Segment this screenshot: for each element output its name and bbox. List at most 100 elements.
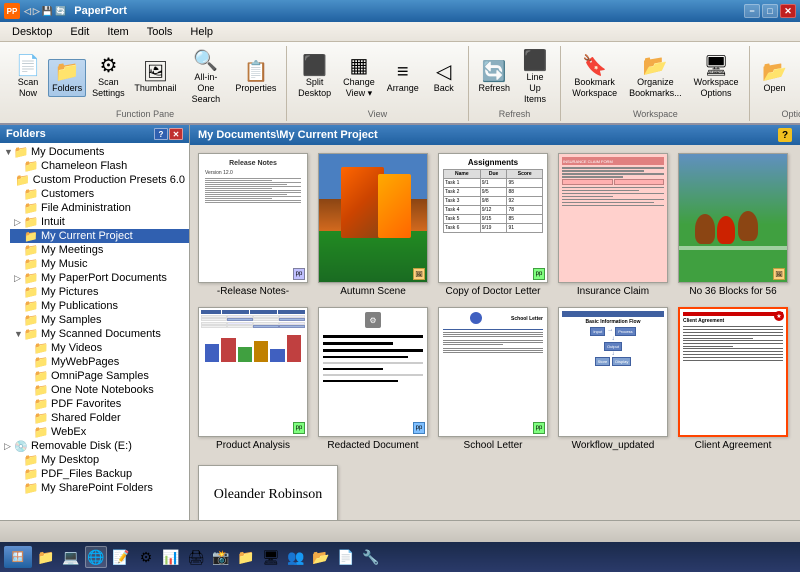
taskbar-ftp-icon[interactable]: 📁: [235, 546, 257, 568]
maximize-button[interactable]: □: [762, 4, 778, 18]
thumbnail-product-analysis[interactable]: pp Product Analysis: [198, 307, 308, 451]
menu-help[interactable]: Help: [182, 24, 221, 40]
tree-item-shared[interactable]: 📁 Shared Folder: [20, 411, 189, 425]
tree-toggle[interactable]: ▷: [4, 441, 14, 452]
thumbnail-signature[interactable]: Oleander Robinson BW Signature: [198, 465, 338, 520]
taskbar-photo-icon[interactable]: 📸: [210, 546, 232, 568]
tree-item-onenote[interactable]: 📁 One Note Notebooks: [20, 383, 189, 397]
tree-label: My SharePoint Folders: [41, 482, 153, 494]
thumbnail-school[interactable]: School Letter: [438, 307, 548, 451]
tree-label: My Videos: [51, 342, 102, 354]
quick-refresh-btn[interactable]: 🔄: [55, 6, 66, 17]
properties-button[interactable]: 📋 Properties: [232, 59, 281, 97]
change-view-button[interactable]: ▦ ChangeView ▾: [338, 53, 380, 102]
thumb-frame-redacted: ⚙: [318, 307, 428, 437]
tree-item-current-project[interactable]: 📁 My Current Project: [10, 229, 189, 243]
start-button[interactable]: 🪟: [4, 546, 32, 568]
taskbar-computer-icon[interactable]: 💻: [60, 546, 82, 568]
content-help-button[interactable]: ?: [778, 128, 792, 142]
tree-item-my-music[interactable]: 📁 My Music: [10, 257, 189, 271]
tree-item-scanned-docs[interactable]: ▼ 📁 My Scanned Documents: [10, 327, 189, 341]
tree-item-sharepoint[interactable]: 📁 My SharePoint Folders: [10, 481, 189, 495]
tree-toggle[interactable]: ▼: [4, 147, 14, 157]
taskbar-browser-icon[interactable]: 🌐: [85, 546, 107, 568]
tree-item-intuit[interactable]: ▷ 📁 Intuit: [10, 215, 189, 229]
tree-item-customers[interactable]: 📁 Customers: [10, 187, 189, 201]
main-area: Folders ? ✕ ▼ 📁 My Documents 📁 Chameleon…: [0, 125, 800, 520]
workspace-options-button[interactable]: 🖥 WorkspaceOptions: [689, 53, 744, 102]
tree-item-videos[interactable]: 📁 My Videos: [20, 341, 189, 355]
back-button[interactable]: ◁ Back: [426, 59, 462, 97]
bookmark-button[interactable]: 🔖 BookmarkWorkspace: [567, 53, 622, 102]
close-button[interactable]: ✕: [780, 4, 796, 18]
quick-save-btn[interactable]: 💾: [42, 6, 53, 17]
tree-item-my-documents[interactable]: ▼ 📁 My Documents: [0, 145, 189, 159]
tree-item-pdf-favorites[interactable]: 📁 PDF Favorites: [20, 397, 189, 411]
desktop-options-button[interactable]: 🖥 DesktopOptions: [794, 53, 800, 102]
tree-item-webpages[interactable]: 📁 MyWebPages: [20, 355, 189, 369]
folder-icon: 📁: [24, 468, 38, 480]
taskbar-files-icon[interactable]: 📁: [35, 546, 57, 568]
refresh-button[interactable]: 🔄 Refresh: [475, 59, 514, 97]
scan-now-button[interactable]: 📄 ScanNow: [10, 53, 46, 102]
school-badge: pp: [533, 422, 545, 434]
tree-toggle[interactable]: ▼: [14, 329, 24, 339]
redact-badge: pp: [413, 422, 425, 434]
menu-item[interactable]: Item: [99, 24, 136, 40]
thumbnail-button[interactable]: 🖼 Thumbnail: [131, 59, 180, 97]
minimize-button[interactable]: −: [744, 4, 760, 18]
taskbar-word-icon[interactable]: 📝: [110, 546, 132, 568]
folders-question-btn[interactable]: ?: [154, 128, 168, 140]
scan-settings-button[interactable]: ⚙ ScanSettings: [88, 53, 129, 102]
thumbnail-redacted[interactable]: ⚙: [318, 307, 428, 451]
tree-item-file-admin[interactable]: 📁 File Administration: [10, 201, 189, 215]
thumbnail-assignments[interactable]: Assignments NameDueScore Task 19/195 Tas…: [438, 153, 548, 297]
taskbar-excel-icon[interactable]: 📊: [160, 546, 182, 568]
thumbnail-football[interactable]: 🖼 No 36 Blocks for 56: [678, 153, 788, 297]
ribbon-group-refresh: 🔄 Refresh ⬛ Line UpItems Refresh: [469, 46, 562, 121]
taskbar-doc-icon[interactable]: 📄: [335, 546, 357, 568]
tree-item-publications[interactable]: 📁 My Publications: [10, 299, 189, 313]
content-inner[interactable]: Release Notes Version 12.0: [190, 145, 800, 520]
tree-item-my-meetings[interactable]: 📁 My Meetings: [10, 243, 189, 257]
open-button[interactable]: 📂 Open: [756, 59, 792, 97]
folder-icon: 📁: [34, 356, 48, 368]
tree-item-paperport-docs[interactable]: ▷ 📁 My PaperPort Documents: [10, 271, 189, 285]
tree-item-my-desktop[interactable]: 📁 My Desktop: [10, 453, 189, 467]
taskbar: 🪟 📁 💻 🌐 📝 ⚙ 📊 🖨 📸 📁 🖥 👥 📂 📄 🔧: [0, 542, 800, 572]
taskbar-tools-icon[interactable]: 🔧: [360, 546, 382, 568]
tree-item-pdf-backup[interactable]: 📁 PDF_Files Backup: [10, 467, 189, 481]
ribbon-group-scan-items: 📄 ScanNow 📁 Folders ⚙ ScanSettings 🖼 Thu…: [10, 48, 280, 107]
thumbnail-workflow[interactable]: Basic Information Flow Input → Process ↓…: [558, 307, 668, 451]
thumbnail-release-notes[interactable]: Release Notes Version 12.0: [198, 153, 308, 297]
thumbnail-insurance-claim[interactable]: INSURANCE CLAIM FORM: [558, 153, 668, 297]
taskbar-folder2-icon[interactable]: 📂: [310, 546, 332, 568]
folders-close-btn[interactable]: ✕: [169, 128, 183, 140]
menu-edit[interactable]: Edit: [62, 24, 97, 40]
menu-desktop[interactable]: Desktop: [4, 24, 60, 40]
tree-item-chameleon[interactable]: 📁 Chameleon Flash: [10, 159, 189, 173]
taskbar-monitor-icon[interactable]: 🖥: [260, 546, 282, 568]
arrange-button[interactable]: ≡ Arrange: [382, 59, 424, 97]
folders-button[interactable]: 📁 Folders: [48, 59, 86, 97]
tree-item-samples[interactable]: 📁 My Samples: [10, 313, 189, 327]
taskbar-print-icon[interactable]: 🖨: [185, 546, 207, 568]
quick-back-btn[interactable]: ◁: [24, 6, 31, 17]
split-desktop-button[interactable]: ⬛ SplitDesktop: [293, 53, 336, 102]
tree-toggle[interactable]: ▷: [14, 273, 24, 284]
taskbar-users-icon[interactable]: 👥: [285, 546, 307, 568]
tree-item-pictures[interactable]: 📁 My Pictures: [10, 285, 189, 299]
quick-fwd-btn[interactable]: ▷: [33, 6, 40, 17]
thumbnail-autumn-scene[interactable]: 🖼 Autumn Scene: [318, 153, 428, 297]
tree-toggle[interactable]: ▷: [14, 217, 24, 228]
all-in-one-button[interactable]: 🔍 All-in-OneSearch: [182, 48, 230, 107]
thumbnail-client[interactable]: Client Agreement: [678, 307, 788, 451]
tree-item-omnipage[interactable]: 📁 OmniPage Samples: [20, 369, 189, 383]
tree-item-webex[interactable]: 📁 WebEx: [20, 425, 189, 439]
organize-bookmarks-button[interactable]: 📂 OrganizeBookmarks...: [624, 53, 687, 102]
menu-tools[interactable]: Tools: [139, 24, 181, 40]
taskbar-settings-icon[interactable]: ⚙: [135, 546, 157, 568]
tree-item-removable-disk[interactable]: ▷ 💿 Removable Disk (E:): [0, 439, 189, 453]
line-up-button[interactable]: ⬛ Line UpItems: [516, 48, 555, 107]
tree-item-custom-presets[interactable]: 📁 Custom Production Presets 6.0: [10, 173, 189, 187]
